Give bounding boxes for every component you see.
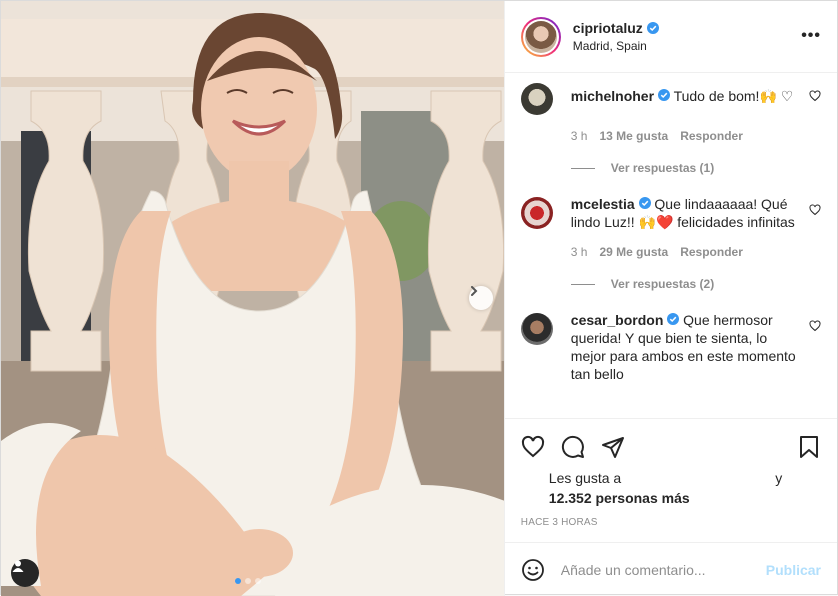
more-options-icon[interactable]: ••• [801, 27, 821, 45]
comment-item: michelnoher Tudo de bom!🙌 ♡ [520, 81, 821, 115]
chevron-right-icon [471, 286, 478, 296]
comment-time: 3 h [570, 245, 588, 259]
commenter-avatar[interactable] [520, 83, 553, 115]
carousel-dot [245, 578, 251, 584]
likes-summary: Les gusta a y 12.352 personas más [521, 469, 821, 507]
carousel-dot [235, 578, 241, 584]
emoji-icon[interactable] [521, 558, 545, 582]
post-header: cipriotaluz Madrid, Spain ••• [504, 1, 837, 73]
photo-illustration [1, 1, 504, 596]
comment-username[interactable]: michelnoher [571, 88, 654, 104]
view-replies-button[interactable]: Ver respuestas (2) [570, 277, 821, 291]
user-tag-button[interactable] [11, 559, 39, 587]
comment-icon[interactable] [561, 435, 585, 459]
author-username[interactable]: cipriotaluz [573, 20, 643, 36]
comment-username[interactable]: cesar_bordon [571, 312, 664, 328]
reply-button[interactable]: Responder [680, 129, 743, 143]
likes-connector: y [775, 470, 783, 486]
share-icon[interactable] [601, 435, 625, 459]
commenter-avatar[interactable] [520, 313, 553, 345]
likes-count[interactable]: 12.352 personas más [521, 489, 821, 507]
save-icon[interactable] [797, 435, 821, 459]
comment-text: Tudo de bom!🙌 ♡ [673, 88, 794, 104]
comment-meta: 3 h 29 Me gusta Responder [571, 245, 821, 259]
author-avatar[interactable] [520, 16, 561, 57]
reply-button[interactable]: Responder [680, 245, 743, 259]
comment-username[interactable]: mcelestia [571, 196, 635, 212]
comment-meta: 3 h 13 Me gusta Responder [571, 129, 821, 143]
verified-icon [646, 22, 659, 34]
publish-button[interactable]: Publicar [766, 562, 821, 578]
commenter-avatar[interactable] [520, 197, 553, 229]
comment-input[interactable] [560, 561, 766, 578]
next-photo-button[interactable] [469, 286, 493, 310]
view-replies-label: Ver respuestas (1) [610, 161, 715, 175]
likes-prefix: Les gusta a [548, 470, 622, 486]
instagram-post: cipriotaluz Madrid, Spain ••• michelnohe… [0, 0, 838, 596]
post-photo[interactable] [1, 1, 504, 596]
heart-icon[interactable] [809, 204, 821, 216]
verified-icon [667, 313, 680, 325]
comments-list: michelnoher Tudo de bom!🙌 ♡ 3 h 13 Me gu… [505, 73, 837, 418]
view-replies-label: Ver respuestas (2) [610, 277, 715, 291]
verified-icon [657, 89, 670, 101]
view-replies-button[interactable]: Ver respuestas (1) [570, 161, 821, 175]
carousel-indicator [235, 578, 261, 584]
comment-item: mcelestia Que lindaaaaaa! Qué lindo Luz!… [520, 195, 821, 231]
post-location[interactable]: Madrid, Spain [573, 39, 659, 53]
comment-time: 3 h [570, 129, 588, 143]
user-tag-icon [12, 560, 24, 572]
heart-icon[interactable] [809, 320, 821, 332]
heart-icon[interactable] [521, 435, 545, 459]
post-timestamp[interactable]: HACE 3 HORAS [521, 517, 821, 528]
heart-icon[interactable] [809, 90, 821, 102]
carousel-dot [255, 578, 261, 584]
post-actions: Les gusta a y 12.352 personas más HACE 3… [504, 418, 837, 542]
add-comment-bar: Publicar [504, 542, 837, 596]
comment-likes[interactable]: 13 Me gusta [599, 129, 668, 143]
post-sidebar: cipriotaluz Madrid, Spain ••• michelnohe… [503, 1, 837, 596]
comment-item: cesar_bordon Que hermosor querida! Y que… [520, 311, 821, 383]
comment-likes[interactable]: 29 Me gusta [599, 245, 668, 259]
verified-icon [638, 197, 651, 209]
